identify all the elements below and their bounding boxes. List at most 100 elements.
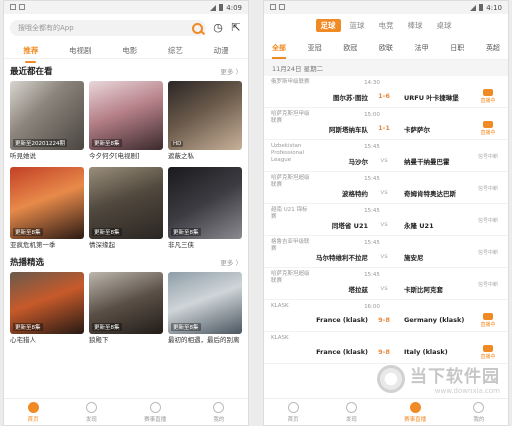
match-status[interactable]: 直播中 [474, 89, 502, 104]
bottom-nav: 首页 发现 赛事直播 我的 [264, 398, 508, 425]
tab-epl[interactable]: 英超 [486, 43, 500, 53]
nav-label: 我的 [213, 416, 225, 423]
tab-recommend[interactable]: 推荐 [23, 43, 38, 63]
share-icon[interactable]: ⇱ [230, 22, 242, 34]
tab-baseball[interactable]: 棒球 [403, 19, 428, 32]
tab-all[interactable]: 全部 [272, 43, 286, 59]
match-row[interactable]: 俄罗斯甲级联赛 14:30 图尔苏·图拉 1-6 URFU 叶卡捷琳堡 直播中 [264, 76, 508, 108]
live-stream-icon [483, 121, 493, 128]
match-score: vs [380, 284, 388, 292]
match-row[interactable]: 哈萨克斯坦甲级联赛 15:00 阿斯塔纳车队 1-1 卡萨萨尔 直播中 [264, 108, 508, 140]
tab-uel[interactable]: 欧联 [379, 43, 393, 53]
video-card[interactable]: 更新至8集 亚疯危机第一季 [10, 167, 84, 250]
match-status[interactable]: 信号中断 [474, 281, 502, 288]
home-team: 波格特约 [342, 190, 368, 198]
match-status[interactable]: 直播中 [474, 313, 502, 328]
nav-home[interactable]: 首页 [287, 401, 299, 423]
nav-mine[interactable]: 我的 [473, 401, 485, 423]
tab-basketball[interactable]: 篮球 [345, 19, 370, 32]
video-title: 听見她说 [10, 152, 36, 160]
tab-afc-cl[interactable]: 亚冠 [308, 43, 322, 53]
episode-caption: 更新至8集 [171, 228, 201, 236]
tab-movie[interactable]: 电影 [122, 43, 137, 58]
match-time: 15:00 [364, 112, 380, 118]
nav-live[interactable]: 赛事直播 [144, 401, 167, 423]
nav-discover[interactable]: 发现 [345, 401, 357, 423]
nav-discover[interactable]: 发现 [85, 401, 97, 423]
video-title: 遮蔽之私 [168, 152, 194, 160]
video-card[interactable]: HD 遮蔽之私 [168, 81, 242, 161]
tab-billiards[interactable]: 桌球 [432, 19, 457, 32]
nav-label: 我的 [473, 416, 485, 423]
nav-mine[interactable]: 我的 [213, 401, 225, 423]
section-header-hot: 热播精选 更多 〉 [4, 250, 248, 272]
match-status[interactable]: 信号中断 [474, 249, 502, 256]
tab-football[interactable]: 足球 [315, 19, 341, 32]
match-time: 14:30 [364, 80, 380, 86]
home-team: 同塔省 U21 [331, 222, 368, 230]
match-status[interactable]: 信号中断 [474, 185, 502, 192]
history-icon[interactable]: ◷ [212, 22, 224, 34]
match-row[interactable]: 哈萨克斯坦超级联赛 15:45 波格特约 vs 奇姆肯特奥达巴斯 信号中断 [264, 172, 508, 204]
match-row[interactable]: KLASK France (klask) 9-8 Italy (klask) 直播中 [264, 332, 508, 364]
match-row[interactable]: Uzbekistan Professional League 15:45 马沙尔 vs… [264, 140, 508, 172]
live-stream-icon [483, 313, 493, 320]
away-team: Germany (klask) [404, 316, 465, 324]
status-label: 直播中 [480, 130, 496, 136]
video-title: 最初的相遇，最后的别离 [168, 336, 240, 344]
match-status[interactable]: 直播中 [474, 345, 502, 360]
episode-caption: 更新至8集 [13, 323, 43, 331]
match-row[interactable]: KLASK 16:00 France (klask) 9-8 Germany (klas… [264, 300, 508, 332]
video-card[interactable]: 更新至8集 最初的相遇，最后的别离 [168, 272, 242, 345]
match-score: vs [380, 156, 388, 164]
tab-esports[interactable]: 电竞 [374, 19, 399, 32]
home-team: 马尔特维利不拉尼 [316, 254, 368, 262]
match-time: 15:45 [364, 240, 380, 246]
video-card[interactable]: 更新至8集 非凡三侠 [168, 167, 242, 250]
video-title: 情深缘起 [89, 241, 115, 249]
tab-anime[interactable]: 动漫 [214, 43, 229, 58]
match-row[interactable]: 哈萨克斯坦超级联赛 15:45 塔拉兹 vs 卡斯比阿克套 信号中断 [264, 268, 508, 300]
home-team: 阿斯塔纳车队 [329, 126, 368, 134]
video-card[interactable]: 更新至8集 今夕何夕[电视剧] [89, 81, 163, 161]
video-card[interactable]: 更新至8集 情深缘起 [89, 167, 163, 250]
video-title: 今夕何夕[电视剧] [89, 152, 140, 160]
tab-variety[interactable]: 综艺 [168, 43, 183, 58]
status-label: 信号中断 [477, 218, 498, 224]
tab-jleague[interactable]: 日职 [450, 43, 464, 53]
match-score: 9-8 [378, 348, 390, 356]
poster-image: 更新至8集 [168, 272, 242, 334]
poster-image: HD [168, 81, 242, 150]
nav-label: 赛事直播 [144, 416, 167, 423]
match-league: KLASK [271, 335, 289, 341]
tab-tv[interactable]: 电视剧 [69, 43, 92, 58]
nav-label: 发现 [85, 416, 97, 423]
match-status[interactable]: 信号中断 [474, 153, 502, 160]
nav-home[interactable]: 首页 [27, 401, 39, 423]
tab-ligue1[interactable]: 法甲 [415, 43, 429, 53]
video-card[interactable]: 更新至8集 心宅猎人 [10, 272, 84, 345]
more-link[interactable]: 更多 〉 [220, 257, 242, 267]
tab-ucl[interactable]: 欧冠 [343, 43, 357, 53]
video-title: 非凡三侠 [168, 241, 194, 249]
match-row[interactable]: 格鲁吉亚甲级联赛 15:45 马尔特维利不拉尼 vs 施安尼 信号中断 [264, 236, 508, 268]
sport-tabs: 足球 篮球 电竞 棒球 桌球 [264, 14, 508, 35]
match-score: 1-6 [378, 92, 390, 100]
more-link[interactable]: 更多 〉 [220, 66, 242, 76]
search-input[interactable]: 搜哦全都有的App [10, 20, 206, 36]
status-time: 4:10 [486, 3, 502, 12]
match-row[interactable]: 越南 U21 锦标赛 15:45 同塔省 U21 vs 永隆 U21 信号中断 [264, 204, 508, 236]
match-status[interactable]: 信号中断 [474, 217, 502, 224]
date-header: 11月24日 星期二 [264, 60, 508, 76]
home-icon [27, 401, 39, 413]
nav-live[interactable]: 赛事直播 [404, 401, 426, 423]
status-icons-left [10, 3, 28, 12]
compass-icon [345, 401, 357, 413]
match-status[interactable]: 直播中 [474, 121, 502, 136]
episode-caption: 更新至8集 [92, 228, 122, 236]
search-icon[interactable] [192, 22, 203, 34]
video-card[interactable]: 更新至8集 狼殿下 [89, 272, 163, 345]
battery-icon [479, 4, 484, 11]
match-time: 15:45 [364, 272, 380, 278]
video-card[interactable]: 更新至20201224期 听見她说 [10, 81, 84, 161]
